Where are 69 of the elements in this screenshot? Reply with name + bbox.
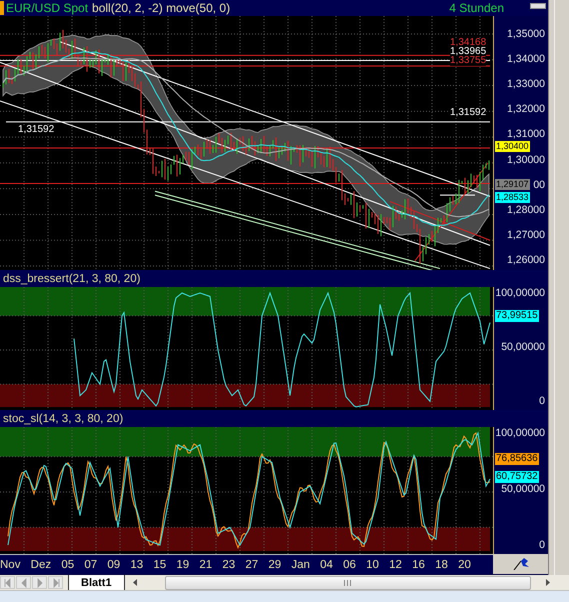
last-sheet-button[interactable] <box>48 576 63 589</box>
value-marker: 73,99515 <box>495 310 539 322</box>
axis-label: 100,00000 <box>495 287 545 300</box>
price-marker: 1,29107 <box>495 179 530 190</box>
date-label: 04 <box>320 558 333 570</box>
date-label: 19 <box>176 558 190 570</box>
axis-label: 0 <box>539 395 545 408</box>
axis-label: 1,27000 <box>507 228 545 242</box>
sheet-tab[interactable]: Blatt1 <box>68 575 125 590</box>
axis-label: 1,31000 <box>507 128 545 142</box>
axis-label: 1,26000 <box>507 254 545 267</box>
price-line-label: 1,31592 <box>450 108 486 118</box>
date-label: 09 <box>107 558 120 570</box>
date-label: Dez <box>30 558 52 570</box>
date-label: Jan <box>291 558 310 570</box>
flag-icon[interactable] <box>512 558 528 570</box>
window-icon <box>0 1 4 15</box>
caret-left-icon <box>133 579 138 586</box>
timeframe-label: 4 Stunden <box>449 1 504 15</box>
price-marker: 1,30400 <box>495 141 530 152</box>
axis-label: 1,34000 <box>507 53 545 66</box>
date-label: 27 <box>245 558 258 570</box>
axis-label: 1,28000 <box>507 204 545 217</box>
date-label: 20 <box>458 558 471 570</box>
caret-right-icon <box>34 578 44 588</box>
date-label: 06 <box>343 558 356 570</box>
date-label: 29 <box>268 558 282 570</box>
date-label: 23 <box>222 558 236 570</box>
indicator-title: dss_bressert(21, 3, 80, 20) <box>3 272 140 284</box>
horizontal-level-line <box>440 194 476 196</box>
indicator-title: stoc_sl(14, 3, 3, 80, 20) <box>3 412 124 424</box>
horizontal-scrollbar[interactable] <box>164 576 531 590</box>
price-line-label: 1,33965 <box>450 47 486 57</box>
axis-label: 50,00000 <box>501 483 545 496</box>
date-label: Nov <box>0 558 20 570</box>
date-label: 10 <box>366 558 379 570</box>
skip-right-icon <box>50 578 60 588</box>
indicator-settings: boll(20, 2, -2) move(50, 0) <box>92 1 230 15</box>
date-label: 16 <box>412 558 425 570</box>
date-label: 15 <box>153 558 166 570</box>
caret-right-icon <box>546 579 550 586</box>
axis-label: 00 <box>533 178 545 192</box>
first-sheet-button[interactable] <box>0 576 15 589</box>
value-marker: 76,85636 <box>495 453 539 465</box>
price-line-label: 1,31592 <box>18 125 54 135</box>
date-label: 05 <box>61 558 74 570</box>
axis-label: 0 <box>539 539 545 552</box>
date-label: 21 <box>199 558 212 570</box>
date-label: 13 <box>130 558 144 570</box>
grip-icon <box>344 580 352 586</box>
axis-label: 100,00000 <box>495 427 545 440</box>
axis-label: 1,35000 <box>507 28 545 41</box>
price-line-label: 1,34168 <box>450 38 486 48</box>
window-title: EUR/USD Spot <box>6 1 88 15</box>
date-label: 07 <box>84 558 98 570</box>
axis-label: 50,00000 <box>501 341 545 354</box>
axis-label: 1,33000 <box>507 78 545 92</box>
value-marker: 60,75732 <box>495 471 539 483</box>
axis-label: 1,30000 <box>507 154 545 167</box>
price-line-label: 1,33755 <box>450 56 486 66</box>
previous-sheet-button[interactable] <box>16 576 31 589</box>
next-sheet-button[interactable] <box>32 576 47 589</box>
minimize-button[interactable] <box>530 3 546 9</box>
date-label: 12 <box>389 558 402 570</box>
skip-left-icon <box>2 578 12 588</box>
price-marker: 1,28533 <box>495 192 530 203</box>
caret-left-icon <box>18 578 28 588</box>
axis-label: 1,32000 <box>507 103 545 116</box>
date-label: 18 <box>435 558 448 570</box>
